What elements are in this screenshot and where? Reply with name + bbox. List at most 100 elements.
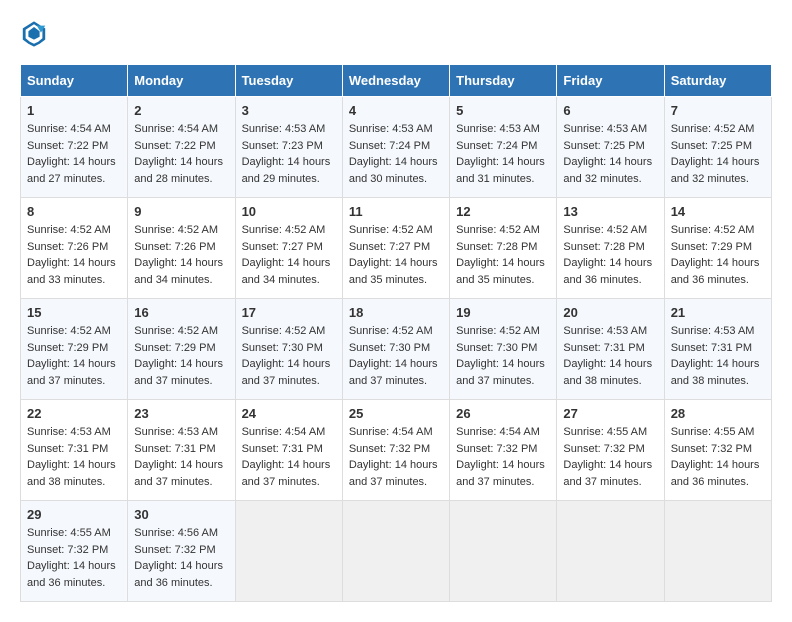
header-wednesday: Wednesday	[342, 65, 449, 97]
day-number: 15	[27, 305, 121, 320]
day-info: Sunrise: 4:53 AM Sunset: 7:31 PM Dayligh…	[134, 424, 228, 490]
day-cell-8: 8 Sunrise: 4:52 AM Sunset: 7:26 PM Dayli…	[21, 198, 128, 299]
day-number: 8	[27, 204, 121, 219]
calendar-week-3: 15 Sunrise: 4:52 AM Sunset: 7:29 PM Dayl…	[21, 299, 772, 400]
day-cell-19: 19 Sunrise: 4:52 AM Sunset: 7:30 PM Dayl…	[450, 299, 557, 400]
day-info: Sunrise: 4:53 AM Sunset: 7:24 PM Dayligh…	[349, 121, 443, 187]
logo-icon	[20, 20, 48, 48]
day-cell-16: 16 Sunrise: 4:52 AM Sunset: 7:29 PM Dayl…	[128, 299, 235, 400]
calendar-week-4: 22 Sunrise: 4:53 AM Sunset: 7:31 PM Dayl…	[21, 400, 772, 501]
day-number: 25	[349, 406, 443, 421]
day-cell-5: 5 Sunrise: 4:53 AM Sunset: 7:24 PM Dayli…	[450, 97, 557, 198]
day-cell-29: 29 Sunrise: 4:55 AM Sunset: 7:32 PM Dayl…	[21, 501, 128, 602]
calendar-week-2: 8 Sunrise: 4:52 AM Sunset: 7:26 PM Dayli…	[21, 198, 772, 299]
calendar-week-5: 29 Sunrise: 4:55 AM Sunset: 7:32 PM Dayl…	[21, 501, 772, 602]
day-info: Sunrise: 4:52 AM Sunset: 7:26 PM Dayligh…	[27, 222, 121, 288]
day-number: 7	[671, 103, 765, 118]
empty-cell	[235, 501, 342, 602]
day-info: Sunrise: 4:55 AM Sunset: 7:32 PM Dayligh…	[671, 424, 765, 490]
day-cell-21: 21 Sunrise: 4:53 AM Sunset: 7:31 PM Dayl…	[664, 299, 771, 400]
day-number: 12	[456, 204, 550, 219]
day-info: Sunrise: 4:52 AM Sunset: 7:29 PM Dayligh…	[671, 222, 765, 288]
day-number: 9	[134, 204, 228, 219]
day-number: 6	[563, 103, 657, 118]
day-number: 30	[134, 507, 228, 522]
header-thursday: Thursday	[450, 65, 557, 97]
day-number: 24	[242, 406, 336, 421]
day-cell-7: 7 Sunrise: 4:52 AM Sunset: 7:25 PM Dayli…	[664, 97, 771, 198]
header-tuesday: Tuesday	[235, 65, 342, 97]
header-monday: Monday	[128, 65, 235, 97]
day-info: Sunrise: 4:52 AM Sunset: 7:29 PM Dayligh…	[27, 323, 121, 389]
day-cell-15: 15 Sunrise: 4:52 AM Sunset: 7:29 PM Dayl…	[21, 299, 128, 400]
day-info: Sunrise: 4:52 AM Sunset: 7:30 PM Dayligh…	[456, 323, 550, 389]
day-info: Sunrise: 4:53 AM Sunset: 7:31 PM Dayligh…	[671, 323, 765, 389]
day-cell-26: 26 Sunrise: 4:54 AM Sunset: 7:32 PM Dayl…	[450, 400, 557, 501]
day-number: 26	[456, 406, 550, 421]
day-number: 27	[563, 406, 657, 421]
day-cell-17: 17 Sunrise: 4:52 AM Sunset: 7:30 PM Dayl…	[235, 299, 342, 400]
day-info: Sunrise: 4:52 AM Sunset: 7:28 PM Dayligh…	[456, 222, 550, 288]
day-info: Sunrise: 4:55 AM Sunset: 7:32 PM Dayligh…	[563, 424, 657, 490]
header-friday: Friday	[557, 65, 664, 97]
day-info: Sunrise: 4:53 AM Sunset: 7:31 PM Dayligh…	[27, 424, 121, 490]
day-number: 3	[242, 103, 336, 118]
day-cell-23: 23 Sunrise: 4:53 AM Sunset: 7:31 PM Dayl…	[128, 400, 235, 501]
day-number: 13	[563, 204, 657, 219]
day-number: 2	[134, 103, 228, 118]
day-info: Sunrise: 4:54 AM Sunset: 7:22 PM Dayligh…	[134, 121, 228, 187]
day-cell-18: 18 Sunrise: 4:52 AM Sunset: 7:30 PM Dayl…	[342, 299, 449, 400]
day-number: 1	[27, 103, 121, 118]
day-info: Sunrise: 4:52 AM Sunset: 7:27 PM Dayligh…	[242, 222, 336, 288]
day-cell-6: 6 Sunrise: 4:53 AM Sunset: 7:25 PM Dayli…	[557, 97, 664, 198]
day-cell-1: 1 Sunrise: 4:54 AM Sunset: 7:22 PM Dayli…	[21, 97, 128, 198]
day-cell-30: 30 Sunrise: 4:56 AM Sunset: 7:32 PM Dayl…	[128, 501, 235, 602]
day-number: 16	[134, 305, 228, 320]
empty-cell	[342, 501, 449, 602]
day-number: 28	[671, 406, 765, 421]
empty-cell	[664, 501, 771, 602]
day-number: 5	[456, 103, 550, 118]
day-info: Sunrise: 4:54 AM Sunset: 7:32 PM Dayligh…	[456, 424, 550, 490]
day-number: 11	[349, 204, 443, 219]
day-cell-9: 9 Sunrise: 4:52 AM Sunset: 7:26 PM Dayli…	[128, 198, 235, 299]
page-header	[20, 20, 772, 48]
day-info: Sunrise: 4:54 AM Sunset: 7:22 PM Dayligh…	[27, 121, 121, 187]
day-cell-28: 28 Sunrise: 4:55 AM Sunset: 7:32 PM Dayl…	[664, 400, 771, 501]
day-number: 17	[242, 305, 336, 320]
day-cell-4: 4 Sunrise: 4:53 AM Sunset: 7:24 PM Dayli…	[342, 97, 449, 198]
day-cell-27: 27 Sunrise: 4:55 AM Sunset: 7:32 PM Dayl…	[557, 400, 664, 501]
day-info: Sunrise: 4:56 AM Sunset: 7:32 PM Dayligh…	[134, 525, 228, 591]
day-number: 29	[27, 507, 121, 522]
day-info: Sunrise: 4:52 AM Sunset: 7:30 PM Dayligh…	[242, 323, 336, 389]
empty-cell	[450, 501, 557, 602]
header-saturday: Saturday	[664, 65, 771, 97]
day-info: Sunrise: 4:54 AM Sunset: 7:32 PM Dayligh…	[349, 424, 443, 490]
day-cell-14: 14 Sunrise: 4:52 AM Sunset: 7:29 PM Dayl…	[664, 198, 771, 299]
day-cell-13: 13 Sunrise: 4:52 AM Sunset: 7:28 PM Dayl…	[557, 198, 664, 299]
day-cell-12: 12 Sunrise: 4:52 AM Sunset: 7:28 PM Dayl…	[450, 198, 557, 299]
day-number: 19	[456, 305, 550, 320]
day-info: Sunrise: 4:53 AM Sunset: 7:23 PM Dayligh…	[242, 121, 336, 187]
day-info: Sunrise: 4:53 AM Sunset: 7:31 PM Dayligh…	[563, 323, 657, 389]
logo	[20, 20, 52, 48]
header-sunday: Sunday	[21, 65, 128, 97]
day-info: Sunrise: 4:52 AM Sunset: 7:26 PM Dayligh…	[134, 222, 228, 288]
day-info: Sunrise: 4:54 AM Sunset: 7:31 PM Dayligh…	[242, 424, 336, 490]
day-cell-22: 22 Sunrise: 4:53 AM Sunset: 7:31 PM Dayl…	[21, 400, 128, 501]
day-info: Sunrise: 4:52 AM Sunset: 7:30 PM Dayligh…	[349, 323, 443, 389]
day-number: 22	[27, 406, 121, 421]
day-cell-10: 10 Sunrise: 4:52 AM Sunset: 7:27 PM Dayl…	[235, 198, 342, 299]
day-cell-24: 24 Sunrise: 4:54 AM Sunset: 7:31 PM Dayl…	[235, 400, 342, 501]
day-number: 14	[671, 204, 765, 219]
empty-cell	[557, 501, 664, 602]
day-info: Sunrise: 4:55 AM Sunset: 7:32 PM Dayligh…	[27, 525, 121, 591]
day-number: 23	[134, 406, 228, 421]
day-info: Sunrise: 4:52 AM Sunset: 7:27 PM Dayligh…	[349, 222, 443, 288]
day-number: 4	[349, 103, 443, 118]
day-cell-25: 25 Sunrise: 4:54 AM Sunset: 7:32 PM Dayl…	[342, 400, 449, 501]
day-number: 20	[563, 305, 657, 320]
day-cell-2: 2 Sunrise: 4:54 AM Sunset: 7:22 PM Dayli…	[128, 97, 235, 198]
calendar-table: SundayMondayTuesdayWednesdayThursdayFrid…	[20, 64, 772, 602]
day-info: Sunrise: 4:52 AM Sunset: 7:29 PM Dayligh…	[134, 323, 228, 389]
